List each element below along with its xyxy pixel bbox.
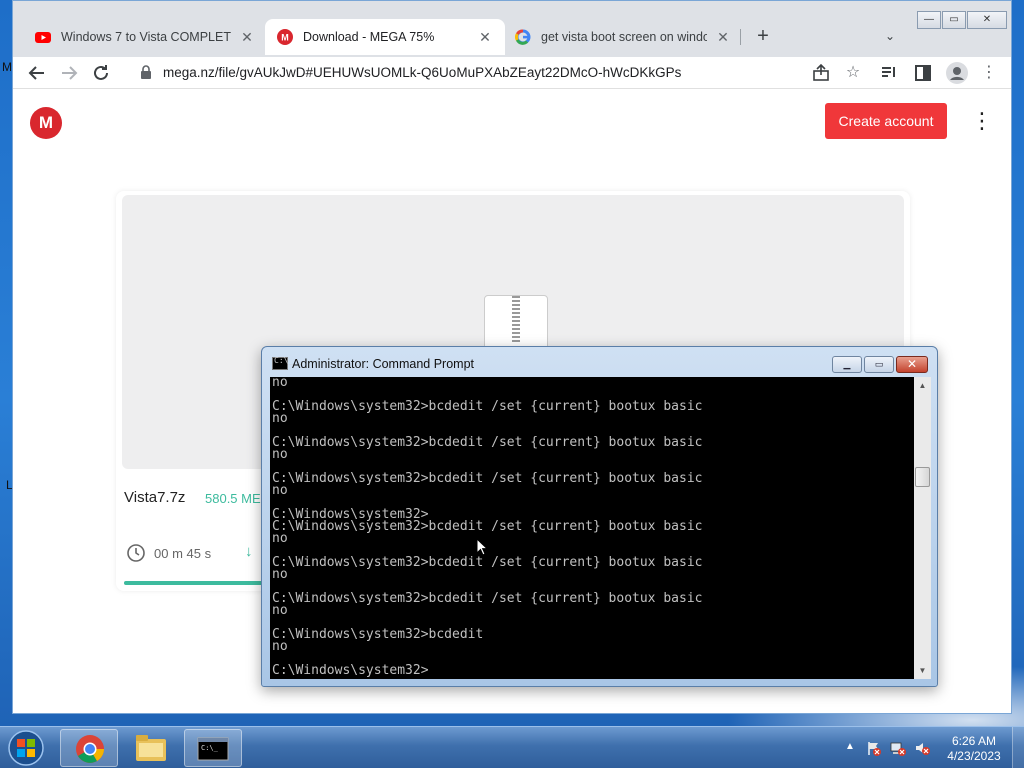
scroll-up-arrow-icon[interactable]: ▲ xyxy=(914,377,931,394)
cmd-scrollbar[interactable]: ▲ ▼ xyxy=(914,377,931,679)
taskbar-clock[interactable]: 6:26 AM 4/23/2023 xyxy=(944,734,1004,764)
forward-arrow-icon[interactable] xyxy=(57,61,81,85)
file-explorer-icon xyxy=(136,735,166,761)
console-line: no xyxy=(272,447,288,462)
reading-list-icon[interactable] xyxy=(877,61,901,85)
bookmark-star-icon[interactable]: ☆ xyxy=(841,61,865,85)
maximize-button[interactable]: ▭ xyxy=(942,11,966,29)
create-account-button[interactable]: Create account xyxy=(825,103,947,139)
tab-title: Download - MEGA 75% xyxy=(303,30,435,44)
address-bar[interactable]: mega.nz/file/gvAUkJwD#UEHUWsUOMLk-Q6UoMu… xyxy=(131,58,891,86)
console-line: C:\Windows\system32>bcdedit /set {curren… xyxy=(272,399,703,414)
console-line: no xyxy=(272,567,288,582)
tab-google-search[interactable]: get vista boot screen on window ✕ xyxy=(503,19,743,55)
url-path: /file/gvAUkJwD#UEHUWsUOMLk-Q6UoMuPXAbZEa… xyxy=(214,64,682,80)
profile-avatar-icon[interactable] xyxy=(945,61,969,85)
tab-strip: Windows 7 to Vista COMPLETE T ✕ M Downlo… xyxy=(13,1,1011,57)
console-output[interactable]: no C:\Windows\system32>bcdedit /set {curr… xyxy=(270,377,931,679)
taskbar-command-prompt[interactable]: C:\_ xyxy=(184,729,242,767)
show-hidden-icons-chevron-icon[interactable]: ▲ xyxy=(845,741,855,752)
taskbar-file-explorer[interactable] xyxy=(122,729,180,767)
svg-text:C:\_: C:\_ xyxy=(201,744,219,752)
start-orb-icon[interactable] xyxy=(4,728,48,768)
show-desktop-button[interactable] xyxy=(1012,727,1024,768)
mouse-cursor-icon xyxy=(476,538,488,556)
scroll-thumb[interactable] xyxy=(915,467,930,487)
console-line: no xyxy=(272,531,288,546)
taskbar: C:\_ ▲ 6:26 AM 4/23/2023 xyxy=(0,726,1024,768)
network-status-icon[interactable] xyxy=(890,740,906,756)
console-line: C:\Windows\system32>bcdedit /set {curren… xyxy=(272,591,703,606)
console-line: C:\Windows\system32>bcdedit xyxy=(272,627,484,642)
close-button[interactable]: ✕ xyxy=(967,11,1007,29)
clock-date: 4/23/2023 xyxy=(947,749,1001,763)
url-host: mega.nz xyxy=(163,64,215,80)
back-arrow-icon[interactable] xyxy=(25,61,49,85)
tab-title: get vista boot screen on window xyxy=(541,30,707,44)
close-tab-icon[interactable]: ✕ xyxy=(477,29,493,46)
youtube-icon xyxy=(35,32,51,43)
action-center-flag-icon[interactable] xyxy=(866,740,882,756)
desktop-icon-label-fragment: M xyxy=(2,60,12,74)
cmd-maximize-button[interactable]: ▭ xyxy=(864,356,894,373)
mega-icon: M xyxy=(277,29,293,45)
clock-time: 6:26 AM xyxy=(951,734,997,748)
download-arrow-icon: ↓ xyxy=(245,543,253,560)
share-icon[interactable] xyxy=(809,61,833,85)
time-remaining: 00 m 45 s xyxy=(154,546,212,561)
console-line: C:\Windows\system32>bcdedit /set {curren… xyxy=(272,555,703,570)
volume-muted-icon[interactable] xyxy=(914,740,930,756)
console-line: no xyxy=(272,411,288,426)
file-name: Vista7.7z xyxy=(124,489,186,506)
close-tab-icon[interactable]: ✕ xyxy=(715,29,731,46)
console-line: C:\Windows\system32> xyxy=(272,663,429,678)
scroll-down-arrow-icon[interactable]: ▼ xyxy=(914,662,931,679)
console-line: no xyxy=(272,377,288,390)
console-line: no xyxy=(272,483,288,498)
file-size: 580.5 ME xyxy=(205,491,261,506)
url-text[interactable]: mega.nz/file/gvAUkJwD#UEHUWsUOMLk-Q6UoMu… xyxy=(163,65,681,80)
tab-mega[interactable]: M Download - MEGA 75% ✕ xyxy=(265,19,505,55)
reload-icon[interactable] xyxy=(89,61,113,85)
google-icon xyxy=(515,29,531,45)
page-menu-icon[interactable]: ⋮ xyxy=(971,109,993,133)
tab-separator xyxy=(740,29,741,45)
tab-title: Windows 7 to Vista COMPLETE T xyxy=(61,30,231,44)
console-line: C:\Windows\system32>bcdedit /set {curren… xyxy=(272,435,703,450)
cmd-close-button[interactable]: ✕ xyxy=(896,356,928,373)
console-line: C:\Windows\system32>bcdedit /set {curren… xyxy=(272,519,703,534)
side-panel-icon[interactable] xyxy=(911,61,935,85)
cmd-minimize-button[interactable]: ▁ xyxy=(832,356,862,373)
command-prompt-icon: C:\_ xyxy=(272,356,293,370)
command-prompt-icon: C:\_ xyxy=(197,737,229,761)
clock-icon xyxy=(127,544,145,562)
new-tab-button[interactable]: + xyxy=(751,25,775,48)
tab-search-chevron-icon[interactable]: ⌄ xyxy=(885,29,895,43)
console-line: no xyxy=(272,639,288,654)
chrome-icon xyxy=(76,735,104,763)
cmd-title-bar[interactable]: C:\_ Administrator: Command Prompt ▁ ▭ ✕ xyxy=(262,347,937,377)
taskbar-chrome[interactable] xyxy=(60,729,118,767)
console-line: C:\Windows\system32>bcdedit /set {curren… xyxy=(272,471,703,486)
command-prompt-window[interactable]: C:\_ Administrator: Command Prompt ▁ ▭ ✕… xyxy=(261,346,938,687)
tab-youtube[interactable]: Windows 7 to Vista COMPLETE T ✕ xyxy=(23,19,267,55)
browser-menu-icon[interactable]: ⋮ xyxy=(977,61,1001,85)
console-text: no C:\Windows\system32>bcdedit /set {curr… xyxy=(272,377,912,677)
browser-toolbar: mega.nz/file/gvAUkJwD#UEHUWsUOMLk-Q6UoMu… xyxy=(13,57,1011,89)
minimize-button[interactable]: — xyxy=(917,11,941,29)
console-line: no xyxy=(272,603,288,618)
lock-icon[interactable] xyxy=(139,65,153,79)
mega-logo[interactable]: M xyxy=(30,107,62,139)
svg-text:M: M xyxy=(281,33,289,43)
cmd-window-title: Administrator: Command Prompt xyxy=(292,357,475,371)
close-tab-icon[interactable]: ✕ xyxy=(239,29,255,46)
